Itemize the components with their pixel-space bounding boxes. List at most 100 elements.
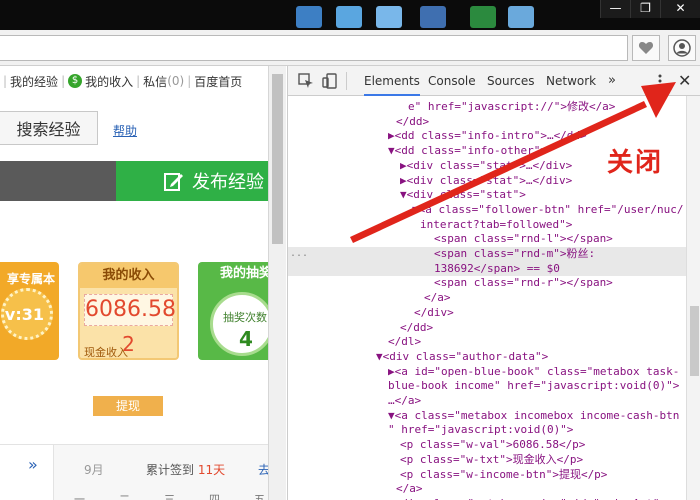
signin-total-prefix: 累计签到: [146, 463, 195, 477]
app-icon[interactable]: [470, 6, 496, 28]
desktop-taskbar: — ❐ ✕: [0, 0, 700, 30]
calendar-month: 9月: [84, 463, 104, 477]
calendar-side: »: [0, 445, 54, 500]
dom-node-line[interactable]: <p class="w-txt">现金收入</p>: [288, 453, 686, 468]
kebab-menu-icon[interactable]: [658, 74, 662, 88]
nav-my-income[interactable]: 我的收入: [85, 73, 133, 90]
level-badge: v:31: [1, 288, 53, 340]
weekday-label: 一: [74, 493, 85, 500]
dom-node-line[interactable]: </dd>: [288, 115, 686, 130]
dom-node-line[interactable]: <span class="rnd-l"></span>: [288, 232, 686, 247]
weekday-label: 五: [254, 493, 265, 500]
dom-node-line[interactable]: </a>: [288, 291, 686, 306]
app-icon[interactable]: [420, 6, 446, 28]
tab-network[interactable]: Network: [546, 66, 596, 96]
dom-node-line[interactable]: ▼<div class="author-data">: [288, 350, 686, 365]
signin-calendar: » 9月 累计签到 11天 去 一 二 三 四 五: [0, 444, 268, 500]
dom-node-line[interactable]: e" href="javascript://">修改</a>: [288, 100, 686, 115]
dom-node-line[interactable]: <p class="w-val">6086.58</p>: [288, 438, 686, 453]
device-toolbar-icon[interactable]: [322, 73, 338, 89]
dom-node-line[interactable]: </dd>: [288, 321, 686, 336]
calendar-weekdays: 一 二 三 四 五: [74, 491, 265, 500]
window-close-button[interactable]: ✕: [660, 0, 700, 18]
income-sub-label: 现金收入: [84, 346, 128, 359]
exclusive-card[interactable]: 享专属本 v:31: [0, 262, 59, 360]
calendar-more-link[interactable]: 去: [258, 461, 268, 478]
page-scrollbar[interactable]: [268, 66, 286, 500]
nav-separator: |: [61, 74, 66, 88]
help-link[interactable]: 帮助: [113, 122, 137, 139]
dom-node-line[interactable]: <span class="rnd-r"></span>: [288, 276, 686, 291]
lottery-counter: 抽奖次数 4: [210, 292, 268, 356]
web-page: | 我的经验 | $ 我的收入 | 私信 (0) | 百度首页 搜索经验 帮助 发…: [0, 66, 268, 500]
more-tabs-icon[interactable]: »: [608, 66, 616, 96]
annotation-label: 关闭: [607, 148, 664, 178]
dom-node-line[interactable]: ... <span class="rnd-m">粉丝:: [288, 247, 686, 262]
devtools-scrollbar-thumb[interactable]: [690, 306, 699, 376]
devtools-close-button[interactable]: ✕: [678, 71, 691, 90]
nav-separator: |: [187, 74, 192, 88]
dom-node-line[interactable]: " href="javascript:void(0)">: [288, 423, 686, 438]
exclusive-card-title: 享专属本: [6, 272, 55, 286]
user-nav: | 我的经验 | $ 我的收入 | 私信 (0) | 百度首页: [0, 72, 242, 90]
signin-total: 累计签到 11天: [146, 461, 225, 478]
dom-node-line[interactable]: </dl>: [288, 335, 686, 350]
dom-node-line[interactable]: ▼<a class="follower-btn" href="/user/nuc…: [288, 203, 686, 218]
nav-baidu-home[interactable]: 百度首页: [194, 73, 242, 90]
nav-messages[interactable]: 私信: [143, 73, 167, 90]
income-card-title: 我的收入: [80, 264, 177, 288]
toolbar-divider: [346, 72, 347, 90]
lottery-card-title: 我的抽奖: [220, 266, 268, 281]
devtools-toolbar: Elements Console Sources Network » ✕: [288, 66, 700, 96]
devtools-scrollbar[interactable]: [686, 96, 700, 500]
inspect-element-icon[interactable]: [298, 73, 314, 89]
weekday-label: 二: [119, 493, 130, 500]
search-experience-button[interactable]: 搜索经验: [0, 111, 98, 145]
restore-button[interactable]: ❐: [630, 0, 660, 18]
withdraw-button[interactable]: 提现: [93, 396, 163, 416]
nav-my-experience[interactable]: 我的经验: [10, 73, 58, 90]
income-card[interactable]: 我的收入 6086.58 2 现金收入: [78, 262, 179, 360]
app-icon[interactable]: [376, 6, 402, 28]
devtools-panel: Elements Console Sources Network » ✕ e" …: [287, 66, 700, 500]
dom-node-line[interactable]: <p class="w-income-btn">提现</p>: [288, 468, 686, 483]
dom-node-line[interactable]: blue-book income" href="javascript:void(…: [288, 379, 686, 394]
coin-icon: $: [68, 74, 83, 88]
signin-days: 11天: [197, 463, 226, 477]
dom-node-line[interactable]: …</a>: [288, 394, 686, 409]
app-icon[interactable]: [296, 6, 322, 28]
browser-address-bar: [0, 30, 700, 66]
dom-node-line[interactable]: ▼<div class="stat">: [288, 188, 686, 203]
user-icon: [673, 39, 691, 57]
app-icon[interactable]: [336, 6, 362, 28]
tab-console[interactable]: Console: [428, 66, 476, 96]
window-controls: — ❐ ✕: [600, 0, 700, 18]
dom-node-line[interactable]: ▶<a id="open-blue-book" class="metabox t…: [288, 365, 686, 380]
tab-elements[interactable]: Elements: [364, 66, 420, 96]
app-icon[interactable]: [508, 6, 534, 28]
selected-node-ellipsis[interactable]: ...: [290, 247, 308, 262]
dom-node-line[interactable]: 138692</span> == $0: [288, 261, 686, 277]
favorite-button[interactable]: [632, 35, 660, 61]
publish-experience-button[interactable]: 发布经验: [116, 161, 268, 201]
expand-arrow-icon[interactable]: »: [28, 455, 38, 474]
tab-sources[interactable]: Sources: [487, 66, 534, 96]
account-button[interactable]: [668, 35, 696, 61]
dom-node-line[interactable]: </a>: [288, 482, 686, 497]
weekday-label: 三: [164, 493, 175, 500]
heart-icon: [638, 42, 654, 54]
publish-label: 发布经验: [192, 172, 264, 193]
lottery-card[interactable]: 我的抽奖 抽奖次数 4: [198, 262, 268, 360]
url-input[interactable]: [0, 35, 628, 61]
dom-node-line[interactable]: ▼<a class="metabox incomebox income-cash…: [288, 409, 686, 424]
nav-separator: |: [136, 74, 141, 88]
minimize-button[interactable]: —: [600, 0, 630, 18]
page-scrollbar-thumb[interactable]: [272, 74, 283, 244]
category-bar: [0, 161, 116, 201]
dom-node-line[interactable]: interact?tab=followed">: [288, 218, 686, 233]
lottery-label: 抽奖次数: [223, 311, 267, 324]
dom-node-line[interactable]: </div>: [288, 306, 686, 321]
lottery-value: 4: [239, 327, 253, 351]
income-amount: 6086.58: [84, 294, 176, 326]
nav-separator: |: [3, 74, 8, 88]
